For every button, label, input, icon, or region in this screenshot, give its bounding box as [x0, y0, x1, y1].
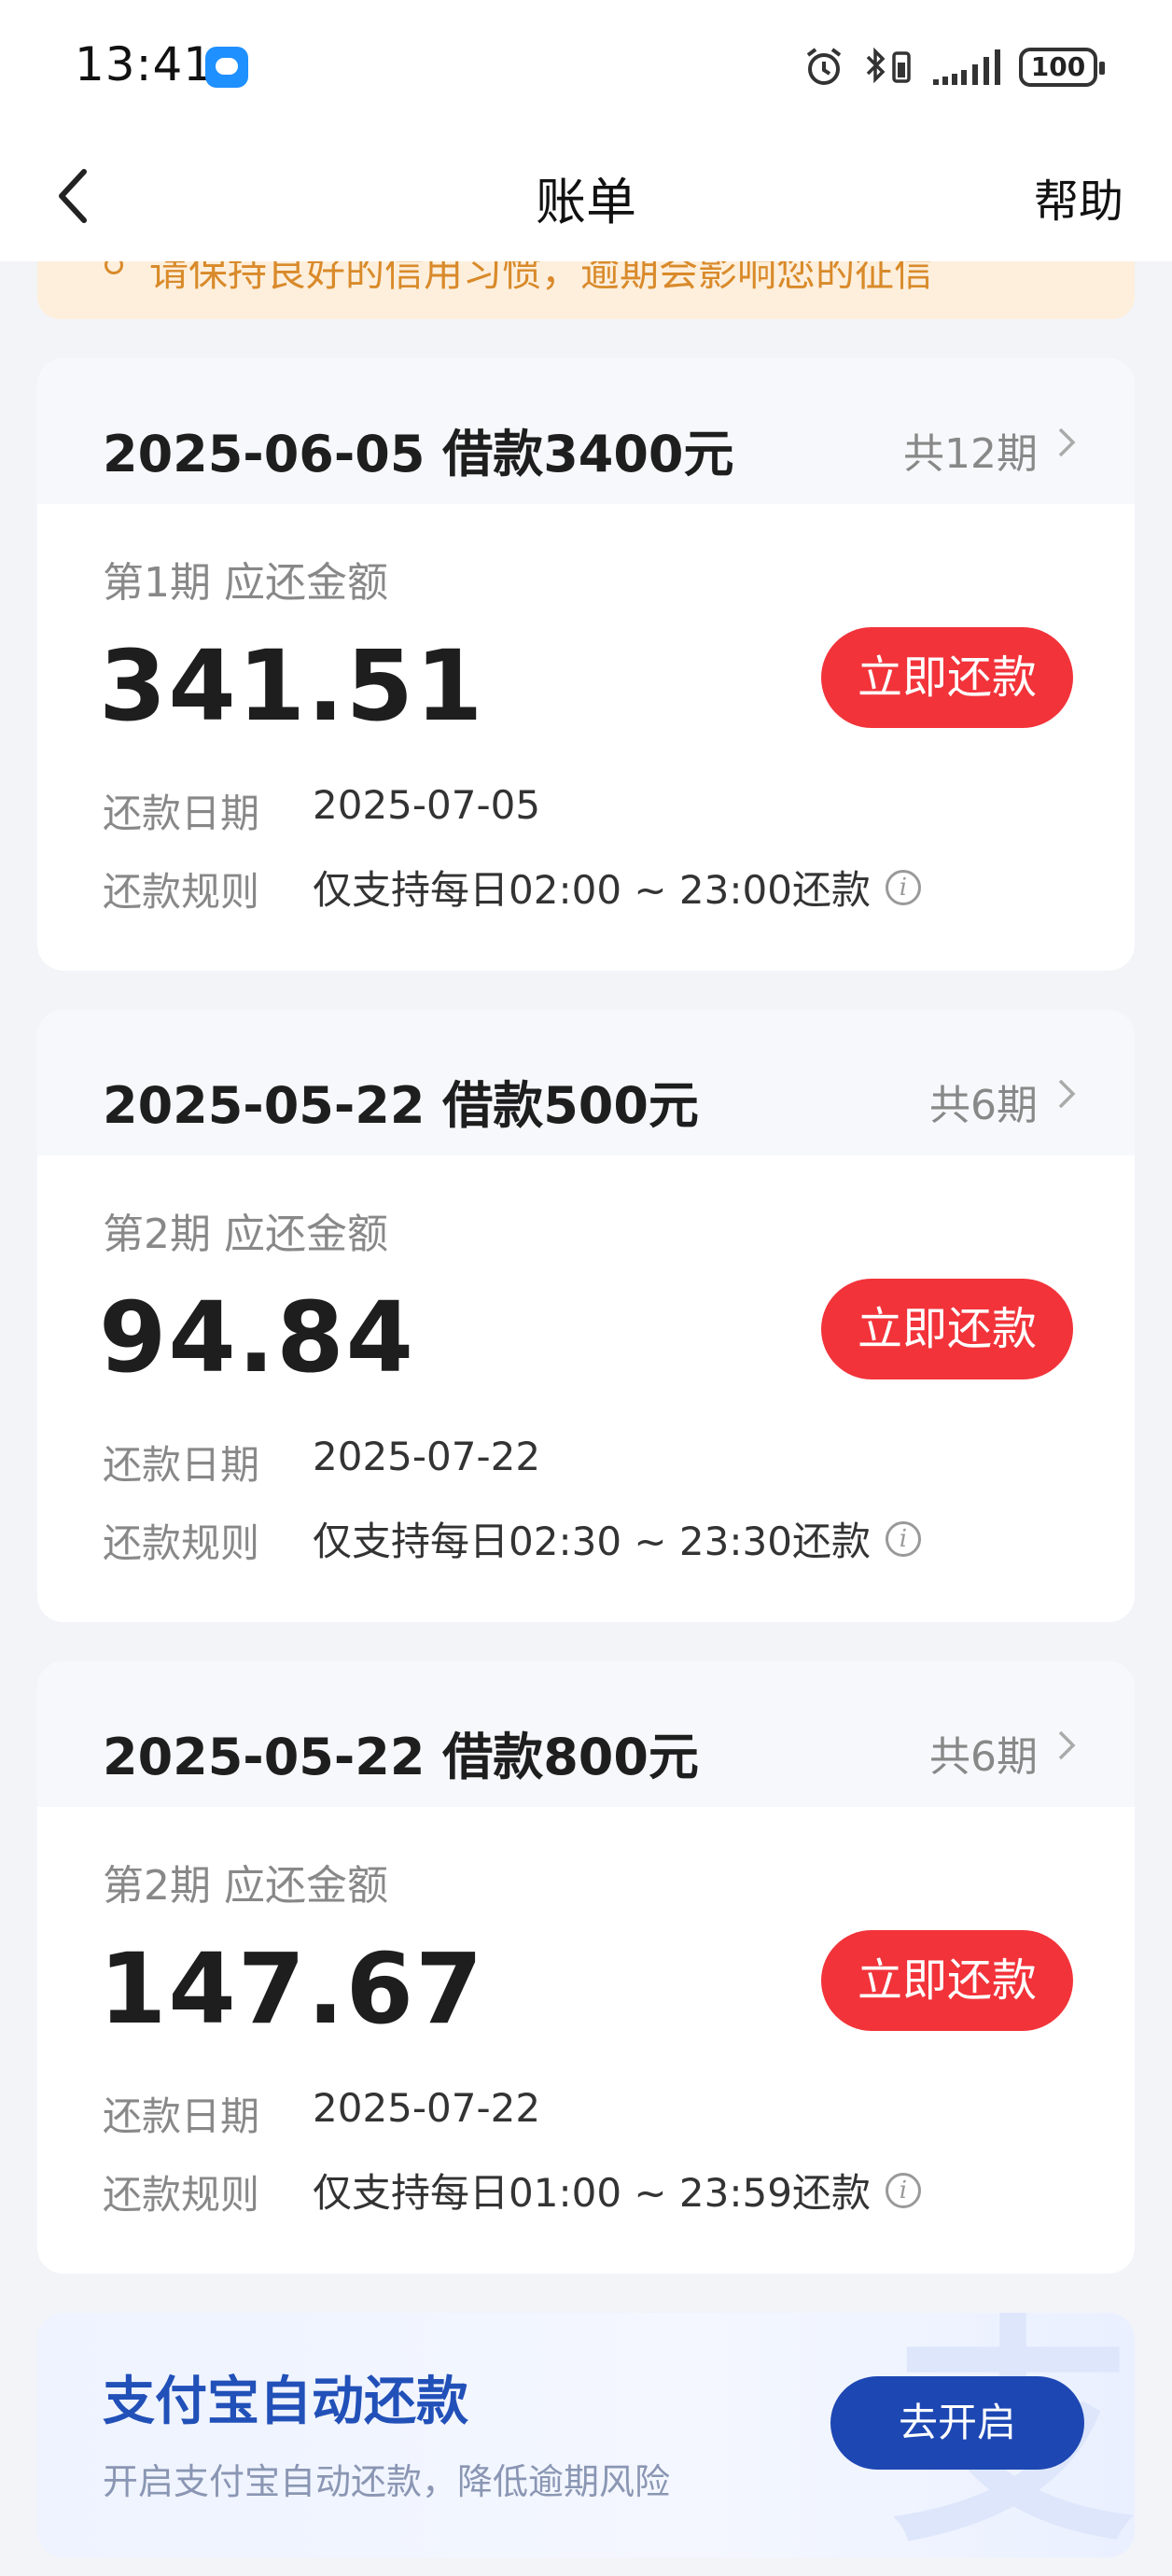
bill-title: 2025-06-05 借款3400元 — [103, 425, 734, 483]
repay-now-button[interactable]: 立即还款 — [821, 627, 1073, 728]
alarm-icon — [806, 48, 842, 85]
repay-rule-value: 仅支持每日02:00 ~ 23:00还款 — [313, 867, 871, 913]
bill-card-header[interactable]: 2025-06-05 借款3400元 共12期 — [37, 358, 1135, 504]
repay-rule: 仅支持每日01:00 ~ 23:59还款 i — [313, 2162, 921, 2219]
repay-date-label: 还款日期 — [103, 791, 260, 836]
info-icon[interactable]: i — [885, 2172, 921, 2208]
bill-page: 13:41 100 账单 帮助 请保持良好的信用习惯，逾期会影响您的征信 202… — [0, 0, 1172, 2576]
repay-date-value: 2025-07-05 — [313, 782, 541, 828]
repay-now-button[interactable]: 立即还款 — [821, 1279, 1073, 1379]
repay-date-value: 2025-07-22 — [313, 1434, 541, 1479]
status-time: 13:41 — [75, 37, 215, 91]
bill-card: 2025-05-22 借款800元 共6期 第2期 应还金额 147.67 立即… — [37, 1661, 1135, 2274]
signal-icon — [933, 49, 1000, 85]
status-indicators: 100 — [802, 41, 1105, 93]
info-icon[interactable]: i — [885, 1520, 921, 1557]
amount-due: 341.51 — [99, 629, 485, 743]
battery-icon: 100 — [1019, 48, 1105, 87]
repay-date-label: 还款日期 — [103, 2093, 260, 2139]
repay-rule-value: 仅支持每日02:30 ~ 23:30还款 — [313, 1519, 871, 1564]
bill-title: 2025-05-22 借款800元 — [103, 1728, 699, 1786]
bill-card-header[interactable]: 2025-05-22 借款500元 共6期 — [37, 1010, 1135, 1155]
page-title: 账单 — [536, 173, 636, 231]
enable-auto-repay-button[interactable]: 去开启 — [830, 2376, 1084, 2470]
repay-date-value: 2025-07-22 — [313, 2085, 541, 2131]
repay-rule: 仅支持每日02:00 ~ 23:00还款 i — [313, 859, 921, 916]
auto-repay-banner: 支 支付宝自动还款 开启支付宝自动还款，降低逾期风险 去开启 — [37, 2313, 1135, 2557]
chevron-right-icon — [1058, 1730, 1076, 1760]
auto-repay-subtitle: 开启支付宝自动还款，降低逾期风险 — [103, 2461, 671, 2502]
chevron-right-icon — [1058, 427, 1076, 457]
bill-card: 2025-06-05 借款3400元 共12期 第1期 应还金额 341.51 … — [37, 358, 1135, 971]
bill-periods: 共12期 — [903, 430, 1038, 478]
repay-rule: 仅支持每日02:30 ~ 23:30还款 i — [313, 1510, 921, 1567]
bill-periods: 共6期 — [929, 1733, 1038, 1781]
amount-due: 147.67 — [99, 1932, 485, 2046]
auto-repay-title: 支付宝自动还款 — [103, 2372, 468, 2432]
installment-label: 第2期 应还金额 — [103, 1211, 388, 1258]
status-bar: 13:41 100 — [0, 0, 1172, 131]
installment-label: 第2期 应还金额 — [103, 1862, 388, 1910]
repay-rule-label: 还款规则 — [103, 1520, 260, 1566]
repay-rule-value: 仅支持每日01:00 ~ 23:59还款 — [313, 2170, 871, 2216]
bluetooth-battery-icon — [866, 47, 911, 84]
bill-title: 2025-05-22 借款500元 — [103, 1076, 699, 1135]
repay-date-label: 还款日期 — [103, 1442, 260, 1488]
info-icon[interactable]: i — [885, 869, 921, 905]
message-app-icon — [205, 47, 248, 88]
bill-card-header[interactable]: 2025-05-22 借款800元 共6期 — [37, 1661, 1135, 1807]
repay-rule-label: 还款规则 — [103, 2172, 260, 2218]
bill-periods: 共6期 — [929, 1082, 1038, 1129]
amount-due: 94.84 — [99, 1281, 415, 1394]
nav-bar: 账单 帮助 — [0, 131, 1172, 261]
help-link[interactable]: 帮助 — [1034, 164, 1123, 230]
repay-now-button[interactable]: 立即还款 — [821, 1930, 1073, 2031]
bill-card: 2025-05-22 借款500元 共6期 第2期 应还金额 94.84 立即还… — [37, 1010, 1135, 1622]
installment-label: 第1期 应还金额 — [103, 559, 388, 607]
repay-rule-label: 还款规则 — [103, 869, 260, 915]
chevron-right-icon — [1058, 1079, 1076, 1109]
